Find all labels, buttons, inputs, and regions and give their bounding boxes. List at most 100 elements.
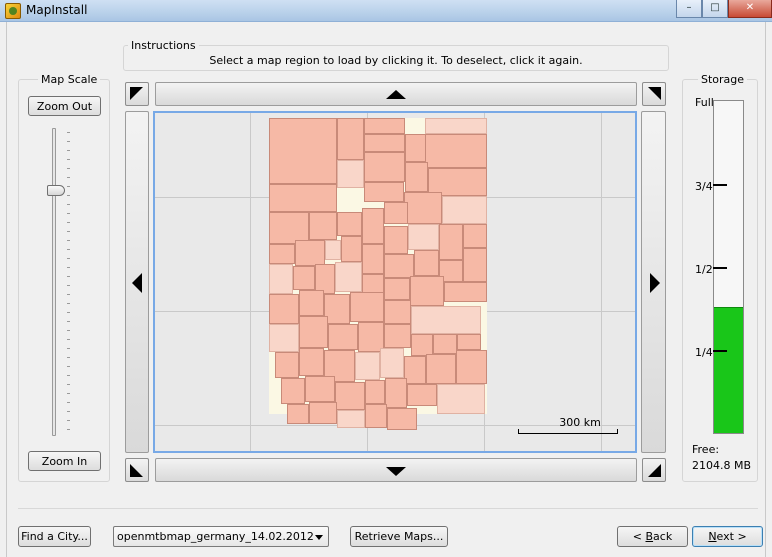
map-region-tile[interactable] [275,352,299,378]
map-region-tile[interactable] [463,248,487,282]
pan-up-right-button[interactable] [642,82,666,106]
map-region-tile[interactable] [408,224,439,250]
map-region-tile[interactable] [439,224,463,260]
slider-tick [67,231,70,232]
map-region-tile[interactable] [309,212,337,240]
map-region-tile[interactable] [350,292,384,322]
map-region-tile[interactable] [411,306,481,334]
map-region-tile[interactable] [405,162,428,192]
close-button[interactable]: ✕ [728,0,772,18]
pan-left-button[interactable] [125,111,149,453]
map-region-tile[interactable] [463,224,487,248]
pan-down-right-button[interactable] [642,458,666,482]
map-region-tile[interactable] [404,192,442,224]
slider-tick [67,294,70,295]
map-region-tile[interactable] [387,408,417,430]
map-region-tile[interactable] [337,410,365,428]
zoom-slider-thumb[interactable] [47,185,65,196]
slider-tick [67,330,70,331]
slider-tick [67,348,70,349]
map-region-tile[interactable] [384,324,411,348]
retrieve-maps-button[interactable]: Retrieve Maps... [350,526,448,547]
map-region-tile[interactable] [362,208,384,244]
pan-right-button[interactable] [641,111,666,453]
map-region-tile[interactable] [385,378,407,408]
map-region-tile[interactable] [269,264,293,294]
map-region-tile[interactable] [328,324,358,350]
find-city-button[interactable]: Find a City... [18,526,91,547]
map-region-tile[interactable] [426,354,456,384]
map-region-tile[interactable] [414,250,439,276]
map-region-tile[interactable] [335,382,365,410]
map-region-tile[interactable] [364,152,405,182]
map-region-tile[interactable] [425,118,487,134]
pan-down-left-button[interactable] [125,458,149,482]
map-region-tile[interactable] [299,316,328,348]
map-region-tile[interactable] [341,236,362,262]
map-region-tile[interactable] [269,184,337,212]
slider-tick [67,375,70,376]
map-region-tile[interactable] [305,376,335,402]
storage-free-label: Free: [692,443,720,456]
back-button[interactable]: < Back [617,526,688,547]
pan-down-button[interactable] [155,458,637,482]
map-view[interactable]: 300 km [153,111,637,453]
map-region-tile[interactable] [364,118,405,134]
zoom-slider-track[interactable] [52,128,56,436]
map-region-tile[interactable] [337,160,364,188]
slider-tick [67,312,70,313]
zoom-out-button[interactable]: Zoom Out [28,96,101,116]
map-select-dropdown[interactable]: openmtbmap_germany_14.02.2012 [113,526,329,547]
map-region-tile[interactable] [281,378,305,404]
map-region-tile[interactable] [362,244,384,274]
map-region-tile[interactable] [365,404,387,428]
map-region-tile[interactable] [299,348,324,376]
minimize-button[interactable]: – [676,0,702,18]
map-region-tile[interactable] [437,384,485,414]
storage-tick-mark [713,350,727,352]
map-region-tile[interactable] [433,334,457,354]
map-region-tile[interactable] [365,380,385,404]
map-region-tile[interactable] [287,404,309,424]
map-region-tile[interactable] [444,282,487,302]
map-region-tile[interactable] [410,276,444,306]
map-region-tile[interactable] [411,334,433,356]
map-region-tile[interactable] [269,324,299,352]
map-region-tile[interactable] [335,262,362,292]
map-region-tile[interactable] [457,334,481,350]
map-region-tile[interactable] [384,202,408,224]
back-button-prefix: < [632,530,646,543]
map-region-tile[interactable] [456,350,487,384]
next-button[interactable]: Next > [692,526,763,547]
map-region-tile[interactable] [405,134,426,162]
map-region-tile[interactable] [364,134,405,152]
map-region-tile[interactable] [337,212,362,236]
map-region-tile[interactable] [337,118,364,160]
map-region-tile[interactable] [384,300,411,324]
map-region-tile[interactable] [293,266,315,290]
map-region-tile[interactable] [425,134,487,168]
pan-up-button[interactable] [155,82,637,106]
map-region-tile[interactable] [442,196,487,224]
map-region-tile[interactable] [269,294,299,324]
arrow-down-right-icon [648,464,661,477]
map-region-tile[interactable] [299,290,324,316]
map-region-tile[interactable] [364,182,404,202]
zoom-in-button[interactable]: Zoom In [28,451,101,471]
map-region-tile[interactable] [325,240,341,260]
arrow-down-left-icon [130,464,143,477]
map-region-tile[interactable] [309,402,337,424]
map-region-tile[interactable] [269,244,295,264]
pan-up-left-button[interactable] [125,82,149,106]
map-region-tile[interactable] [295,240,325,266]
map-region-tile[interactable] [269,118,337,184]
map-region-tile[interactable] [407,384,437,406]
map-region-tile[interactable] [355,352,380,380]
map-region-tile[interactable] [384,226,408,254]
map-region-tile[interactable] [384,278,410,300]
map-region-tile[interactable] [404,356,426,384]
maximize-button[interactable]: □ [702,0,728,18]
map-region-tile[interactable] [380,348,404,378]
map-scale-bar [518,429,618,434]
map-region-tile[interactable] [384,254,414,278]
